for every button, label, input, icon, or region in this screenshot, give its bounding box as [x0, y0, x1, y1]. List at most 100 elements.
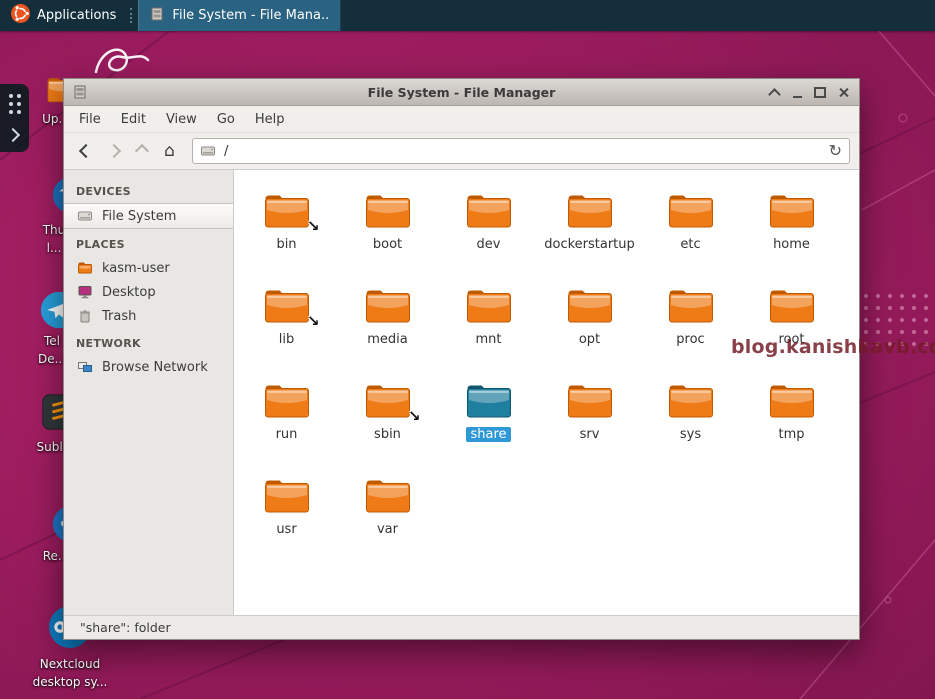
- close-button[interactable]: [835, 84, 851, 101]
- forward-icon: [106, 144, 120, 158]
- file-label: sys: [676, 427, 705, 442]
- file-sys[interactable]: sys: [640, 370, 741, 465]
- sidebar-section-network: NETWORK: [64, 328, 233, 355]
- folder-icon: [364, 190, 412, 230]
- menu-help[interactable]: Help: [245, 109, 295, 130]
- file-label: srv: [576, 427, 604, 442]
- toolbar: ⌂ / ↻: [64, 133, 859, 170]
- status-text: "share": folder: [80, 620, 171, 635]
- sidebar-item-browse-network[interactable]: Browse Network: [64, 355, 233, 379]
- top-panel: Applications File System - File Mana...: [0, 0, 935, 31]
- file-lib[interactable]: ↘lib: [236, 275, 337, 370]
- forward-button[interactable]: [101, 139, 126, 164]
- sidebar-section-devices: DEVICES: [64, 176, 233, 203]
- taskbar-window-button[interactable]: File System - File Mana...: [138, 0, 341, 31]
- menu-bar: FileEditViewGoHelp: [64, 106, 859, 133]
- sidebar-item-kasm-user[interactable]: kasm-user: [64, 256, 233, 280]
- taskbar-window-title: File System - File Mana...: [172, 8, 330, 23]
- file-srv[interactable]: srv: [539, 370, 640, 465]
- menu-edit[interactable]: Edit: [111, 109, 156, 130]
- file-boot[interactable]: boot: [337, 180, 438, 275]
- window-titlebar[interactable]: File System - File Manager: [64, 79, 859, 106]
- network-icon: [77, 359, 94, 375]
- sidebar-item-label: Browse Network: [102, 360, 208, 375]
- up-button[interactable]: [129, 139, 154, 164]
- kasm-side-panel-tab[interactable]: [0, 84, 29, 152]
- file-sbin[interactable]: ↘sbin: [337, 370, 438, 465]
- home-icon: ⌂: [164, 143, 175, 160]
- folder-icon: [667, 285, 715, 325]
- file-label: share: [466, 427, 510, 442]
- symlink-emblem-icon: ↘: [307, 312, 320, 330]
- menu-file[interactable]: File: [69, 109, 111, 130]
- sidebar-item-trash[interactable]: Trash: [64, 304, 233, 328]
- file-usr[interactable]: usr: [236, 465, 337, 560]
- minimize-button[interactable]: [789, 84, 805, 101]
- filesystem-drive-icon: [200, 143, 217, 159]
- expand-panel-chevron-icon[interactable]: [6, 128, 20, 142]
- applications-label: Applications: [37, 8, 116, 23]
- file-dockerstartup[interactable]: dockerstartup: [539, 180, 640, 275]
- file-opt[interactable]: opt: [539, 275, 640, 370]
- folder-icon: [566, 380, 614, 420]
- file-bin[interactable]: ↘bin: [236, 180, 337, 275]
- file-label: bin: [272, 237, 300, 252]
- folder-icon: [667, 190, 715, 230]
- file-label: usr: [272, 522, 300, 537]
- drive-icon: [77, 208, 94, 224]
- panel-handle-icon: [130, 8, 135, 23]
- sidebar: DEVICESFile SystemPLACESkasm-userDesktop…: [64, 170, 234, 615]
- file-media[interactable]: media: [337, 275, 438, 370]
- file-etc[interactable]: etc: [640, 180, 741, 275]
- file-label: sbin: [370, 427, 405, 442]
- file-tmp[interactable]: tmp: [741, 370, 842, 465]
- file-var[interactable]: var: [337, 465, 438, 560]
- file-label: etc: [676, 237, 704, 252]
- folder-icon: [768, 285, 816, 325]
- folder-icon: [364, 285, 412, 325]
- file-grid: ↘bin boot dev dockerstartup etc home ↘li…: [234, 170, 859, 560]
- file-label: opt: [575, 332, 604, 347]
- desktop-screen: Up...Thul...TelDe...Subli...Re...Nextclo…: [0, 0, 935, 699]
- sidebar-item-label: File System: [102, 209, 176, 224]
- home-button[interactable]: ⌂: [157, 139, 182, 164]
- folder-icon: [667, 380, 715, 420]
- file-label: boot: [369, 237, 406, 252]
- sidebar-item-label: Trash: [102, 309, 136, 324]
- menu-view[interactable]: View: [156, 109, 207, 130]
- file-dev[interactable]: dev: [438, 180, 539, 275]
- file-home[interactable]: home: [741, 180, 842, 275]
- file-run[interactable]: run: [236, 370, 337, 465]
- back-icon: [78, 144, 92, 158]
- file-label: var: [373, 522, 402, 537]
- file-mnt[interactable]: mnt: [438, 275, 539, 370]
- folder-icon: [566, 285, 614, 325]
- folder-icon: [465, 285, 513, 325]
- symlink-emblem-icon: ↘: [408, 407, 421, 425]
- applications-menu-button[interactable]: Applications: [0, 0, 127, 31]
- menu-go[interactable]: Go: [207, 109, 245, 130]
- file-manager-window: File System - File Manager FileEditViewG…: [63, 78, 860, 640]
- refresh-button[interactable]: ↻: [829, 143, 842, 159]
- file-manager-icon: [149, 6, 165, 26]
- maximize-button[interactable]: [812, 84, 828, 101]
- current-path: /: [224, 144, 822, 159]
- file-proc[interactable]: proc: [640, 275, 741, 370]
- desktop-icon: [77, 284, 94, 300]
- trash-icon: [77, 308, 94, 324]
- folder-icon: [768, 190, 816, 230]
- home-folder-icon: [77, 260, 94, 276]
- file-label: tmp: [774, 427, 808, 442]
- sidebar-item-desktop[interactable]: Desktop: [64, 280, 233, 304]
- desktop-icon-label[interactable]: Nextclouddesktop sy...: [5, 655, 135, 691]
- file-label: dev: [473, 237, 505, 252]
- file-share[interactable]: share: [438, 370, 539, 465]
- drag-handle-dots-icon[interactable]: [9, 94, 21, 114]
- sidebar-item-label: Desktop: [102, 285, 156, 300]
- sidebar-item-file-system[interactable]: File System: [64, 203, 233, 229]
- shade-button[interactable]: [766, 84, 782, 101]
- back-button[interactable]: [73, 139, 98, 164]
- ubuntu-logo-icon: [11, 4, 30, 27]
- location-bar[interactable]: / ↻: [192, 138, 850, 164]
- file-view[interactable]: ↘bin boot dev dockerstartup etc home ↘li…: [234, 170, 859, 615]
